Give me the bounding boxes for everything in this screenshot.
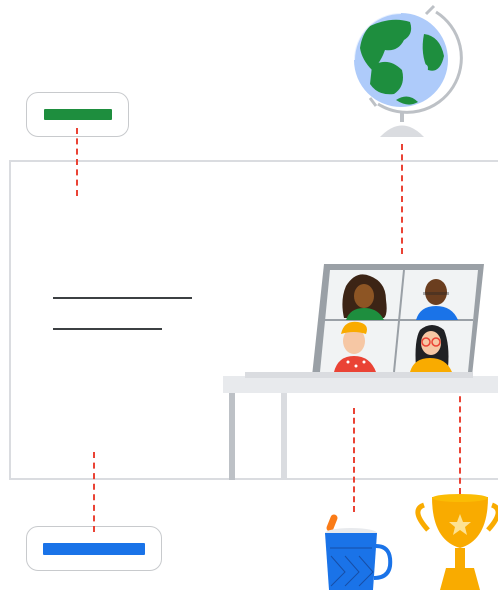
desk (223, 376, 498, 480)
illustration (223, 4, 498, 590)
laptop-video-call-icon (245, 264, 484, 378)
globe-icon (353, 4, 463, 137)
trophy-icon (415, 494, 498, 590)
mug-icon (325, 514, 393, 590)
